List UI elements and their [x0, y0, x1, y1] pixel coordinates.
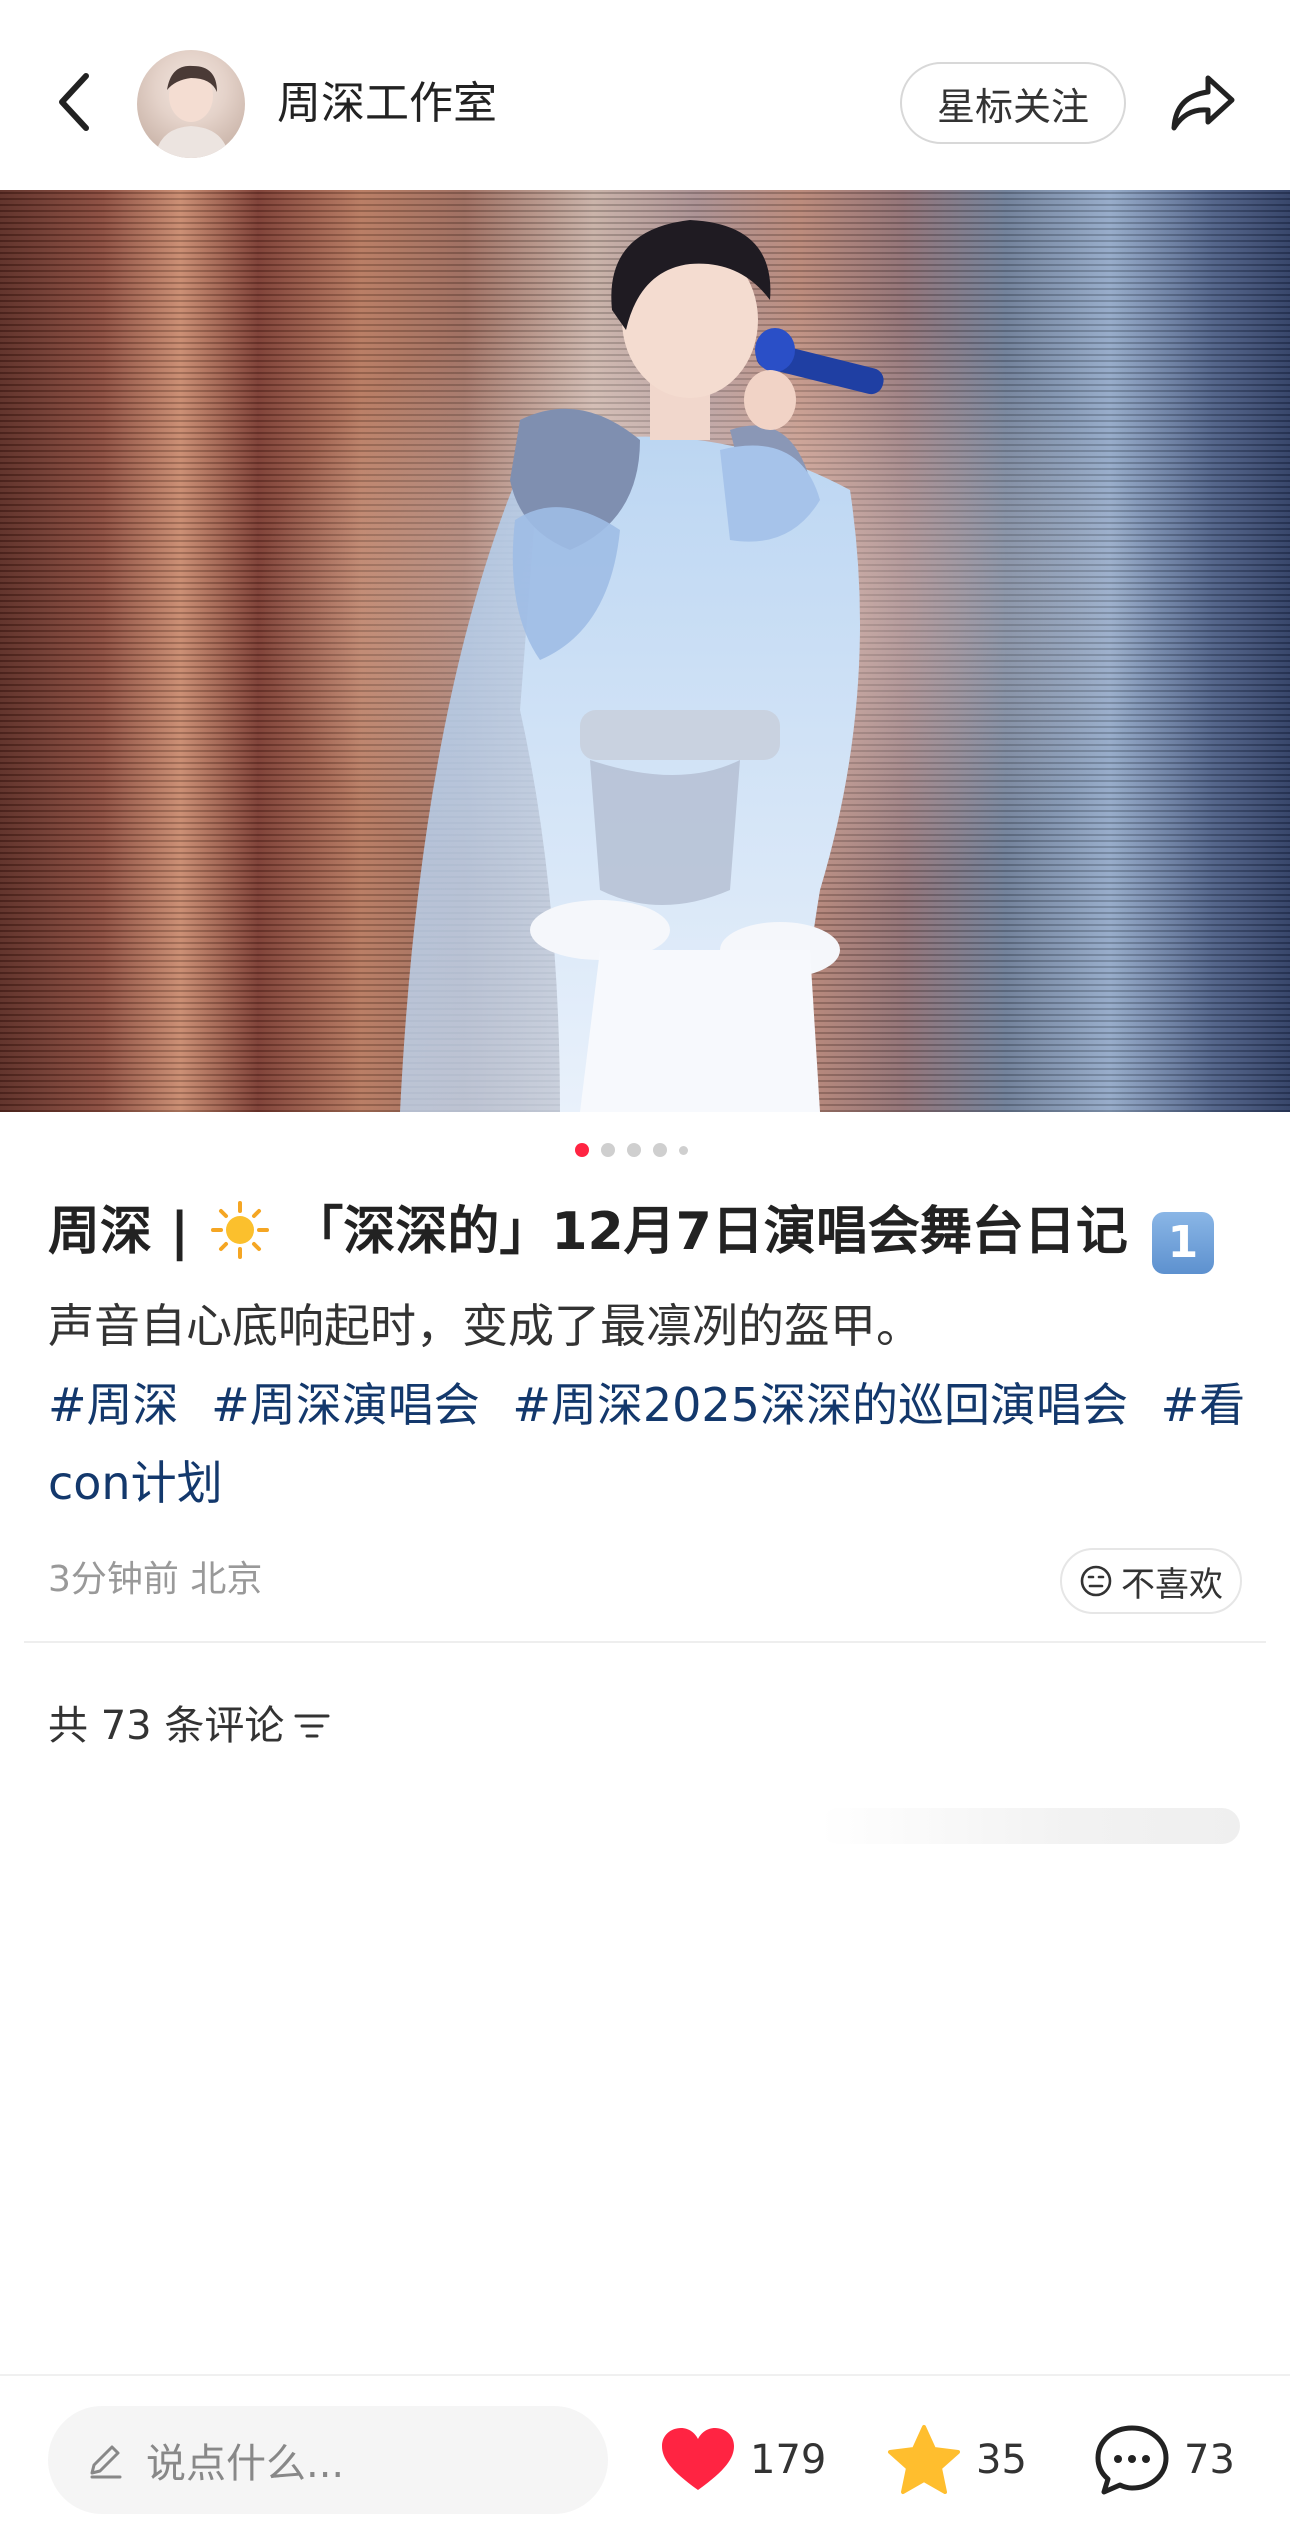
hashtag-link[interactable]: #周深2025深深的巡回演唱会: [512, 1378, 1128, 1432]
loading-placeholder: [820, 1808, 1240, 1844]
like-count: 179: [750, 2437, 827, 2483]
bottom-action-bar: 说点什么... 179 35 73: [0, 2374, 1290, 2534]
star-follow-button[interactable]: 星标关注: [900, 62, 1126, 144]
author-name[interactable]: 周深工作室: [277, 72, 497, 136]
carousel-dot-more: [679, 1145, 688, 1155]
hashtag-link[interactable]: #周深演唱会: [211, 1378, 480, 1432]
author-avatar[interactable]: [137, 50, 245, 158]
post-meta-time-location: 3分钟前 北京: [48, 1559, 263, 1600]
speech-bubble-icon: [1095, 2425, 1169, 2495]
carousel-dot-active[interactable]: [575, 1143, 589, 1157]
keycap-one-emoji-icon: 1: [1151, 1212, 1214, 1274]
post-title: 周深 | 「深深的」12月7日演唱会舞台日记 1: [48, 1190, 1248, 1274]
back-button[interactable]: [42, 62, 106, 142]
post-image-carousel[interactable]: [0, 190, 1290, 1112]
carousel-dot[interactable]: [627, 1143, 641, 1157]
comments-count-label: 共 73 条评论: [48, 1703, 285, 1749]
hashtag-link[interactable]: #周深: [48, 1378, 179, 1432]
star-icon: [888, 2425, 960, 2494]
dislike-label: 不喜欢: [1121, 1564, 1223, 1605]
like-button[interactable]: 179: [660, 2406, 826, 2514]
comments-header[interactable]: 共 73 条评论: [48, 1694, 330, 1758]
heart-icon: [662, 2428, 734, 2490]
sun-emoji-icon: [211, 1201, 270, 1259]
avatar-photo: [155, 65, 229, 158]
section-divider: [24, 1641, 1266, 1643]
share-arrow-icon: [1171, 75, 1235, 131]
top-header: 周深工作室 星标关注: [0, 0, 1290, 190]
collect-button[interactable]: 35: [886, 2406, 1027, 2514]
dislike-button[interactable]: 不喜欢: [1060, 1548, 1242, 1614]
comment-count: 73: [1184, 2437, 1235, 2483]
chevron-left-icon: [59, 73, 89, 131]
carousel-dot[interactable]: [601, 1143, 615, 1157]
post-body: 声音自心底响起时，变成了最凛冽的盔甲。: [48, 1299, 922, 1353]
title-main: 「深深的」12月7日演唱会舞台日记: [291, 1202, 1128, 1262]
collect-count: 35: [976, 2437, 1027, 2483]
meh-face-icon: [1080, 1565, 1112, 1597]
sort-lines-icon: [294, 1714, 330, 1738]
comment-input-placeholder: 说点什么...: [146, 2441, 345, 2487]
performer-photo: [400, 220, 884, 1112]
carousel-dot[interactable]: [653, 1143, 667, 1157]
title-prefix: 周深 |: [48, 1202, 208, 1262]
carousel-indicator: [575, 1140, 688, 1160]
share-button[interactable]: [1160, 60, 1246, 146]
post-tags: #周深 #周深演唱会 #周深2025深深的巡回演唱会 #看con计划: [48, 1366, 1248, 1522]
note-detail-page: 周深工作室 星标关注 周深 | 「深深的」12月7日演唱会舞台日记 1 声音自心…: [0, 0, 1290, 2534]
pencil-icon: [90, 2445, 122, 2479]
comment-button[interactable]: 73: [1094, 2406, 1235, 2514]
comment-input[interactable]: 说点什么...: [48, 2406, 608, 2514]
